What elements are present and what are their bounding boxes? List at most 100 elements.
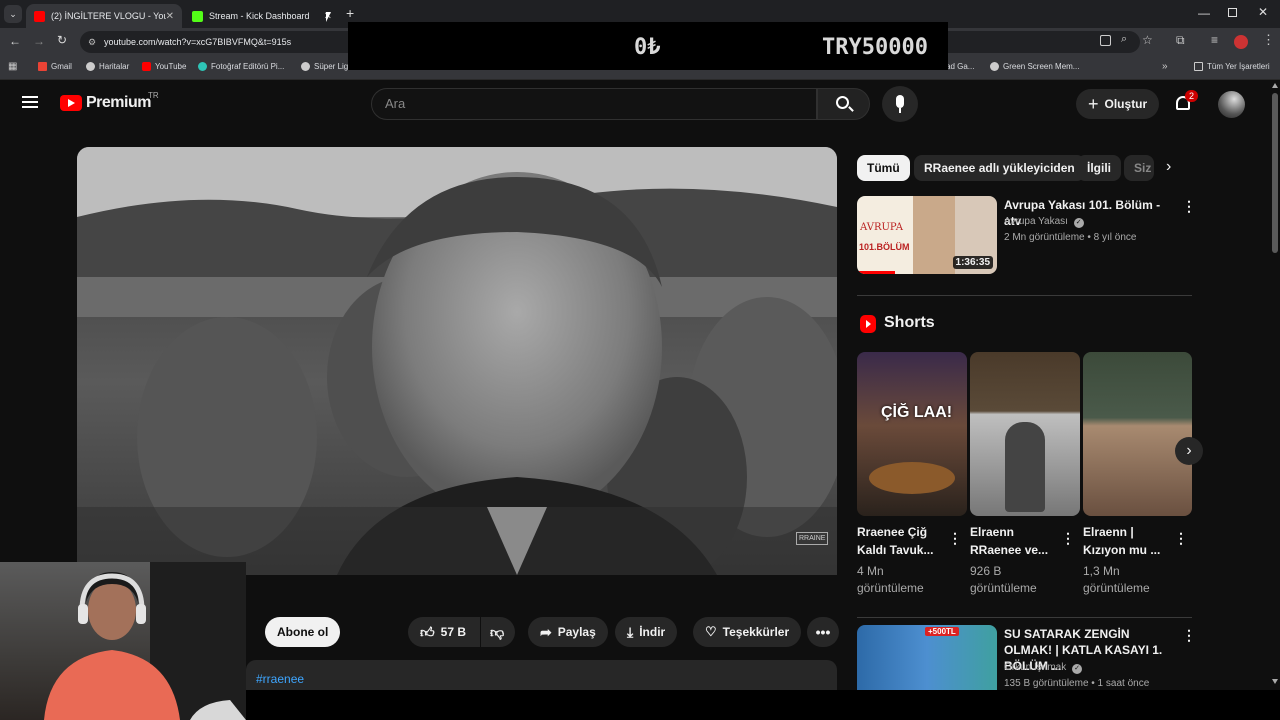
video-menu-icon[interactable]: ⋮ [1182, 627, 1196, 644]
zoom-icon[interactable]: ⌕ [1121, 33, 1127, 46]
search-button[interactable] [817, 88, 870, 120]
bookmark-haritalar[interactable]: Haritalar [86, 62, 129, 71]
goal-current-amount: 0₺ [634, 35, 661, 60]
account-avatar[interactable] [1218, 91, 1245, 118]
tab-kick[interactable]: Stream - Kick Dashboard ✕ [184, 4, 340, 28]
chip-related[interactable]: İlgili [1077, 155, 1121, 181]
bookmark-youtube[interactable]: YouTube [142, 62, 186, 71]
bookmark-ad-ga[interactable]: ad Ga... [946, 62, 974, 71]
short-title[interactable]: Elraenn RRaenee ve... [970, 523, 1048, 559]
webcam-overlay [0, 562, 246, 720]
scroll-up-arrow-icon[interactable] [1272, 83, 1278, 88]
profile-avatar[interactable] [1234, 35, 1248, 49]
region-badge: TR [148, 91, 159, 100]
url-text: youtube.com/watch?v=xcG7BIBVFMQ&t=915s [104, 37, 292, 47]
divider [857, 617, 1192, 618]
chip-all[interactable]: Tümü [857, 155, 910, 181]
channel-name[interactable]: Avrupa Yakası ✓ [1004, 215, 1084, 229]
channel-watermark: RRAINE [796, 532, 829, 545]
short-views: 4 Mn görüntüleme [857, 564, 924, 595]
channel-name[interactable]: Orkun Işıtmak ✓ [1004, 661, 1083, 675]
bookmark-green-screen[interactable]: Green Screen Mem... [990, 62, 1079, 71]
share-arrow-icon: ➦ [540, 623, 552, 640]
new-tab-button[interactable]: + [346, 5, 354, 21]
chip-for-you[interactable]: Siz [1124, 155, 1154, 181]
site-info-icon[interactable]: ⚙ [88, 31, 96, 53]
description-hashtag[interactable]: #rraenee [256, 672, 304, 686]
short-menu-icon[interactable]: ⋮ [1174, 530, 1188, 547]
short-menu-icon[interactable]: ⋮ [1061, 530, 1075, 547]
like-button[interactable]: 👍︎ 57 B [408, 617, 480, 647]
video-thumbnail[interactable]: AVRUPA 101.BÖLÜM 1:36:35 [857, 196, 997, 274]
minimize-window-button[interactable]: — [1198, 6, 1210, 20]
bookmark-photo-editor[interactable]: Fotoğraf Editörü Pi... [198, 62, 284, 71]
reload-button[interactable]: ↻ [57, 33, 67, 47]
video-duration: 1:36:35 [952, 256, 993, 269]
video-thumbnail[interactable]: +500TL [857, 625, 997, 690]
video-player[interactable]: RRAINE [77, 147, 837, 575]
short-title[interactable]: Rraenee Çiğ Kaldı Tavuk... [857, 523, 933, 559]
verified-check-icon: ✓ [1073, 218, 1084, 228]
tab-youtube[interactable]: (2) İNGİLTERE VLOGU - YouTube ✕ [26, 4, 182, 28]
bookmark-gmail[interactable]: Gmail [38, 62, 72, 71]
short-thumbnail[interactable]: ÇİĞ LAA! [857, 352, 967, 516]
short-thumbnail[interactable] [1083, 352, 1192, 516]
more-bookmarks-icon[interactable]: » [1162, 61, 1168, 72]
thumbs-down-icon: 👎︎ [490, 623, 505, 640]
subscribe-button[interactable]: Abone ol [265, 617, 341, 647]
notifications-button[interactable]: 2 [1174, 90, 1199, 115]
youtube-favicon-icon [34, 10, 45, 22]
photo-editor-icon [198, 62, 207, 71]
tab-search-button[interactable]: ⌄ [4, 5, 22, 23]
share-button[interactable]: ➦ Paylaş [528, 617, 608, 647]
youtube-logo[interactable]: Premium [60, 94, 151, 112]
hamburger-menu-icon[interactable] [22, 96, 38, 108]
download-icon: ⤓ [627, 623, 634, 640]
video-frame [77, 147, 837, 575]
video-meta: 2 Mn görüntüleme • 8 yıl önce [1004, 232, 1137, 243]
video-meta: 135 B görüntüleme • 1 saat önce [1004, 678, 1150, 689]
short-menu-icon[interactable]: ⋮ [948, 530, 962, 547]
thumbs-up-icon: 👍︎ [420, 623, 435, 640]
media-controls-icon[interactable]: ≡ [1211, 33, 1218, 47]
donation-goal-overlay: 0₺ TRY50000 [348, 22, 948, 70]
create-button[interactable]: + Oluştur [1076, 89, 1160, 119]
forward-button[interactable]: → [33, 34, 45, 48]
shorts-logo-icon [860, 315, 876, 333]
notification-count-badge: 2 [1185, 90, 1199, 102]
maps-icon [86, 62, 95, 71]
short-title[interactable]: Elraenn | Kızıyon mu ... [1083, 523, 1160, 559]
back-button[interactable]: ← [9, 34, 21, 48]
voice-search-button[interactable] [882, 86, 918, 122]
page-scrollbar[interactable] [1270, 81, 1280, 690]
scrollbar-thumb[interactable] [1272, 93, 1278, 253]
browser-menu-icon[interactable]: ⋮ [1262, 32, 1275, 48]
scroll-down-arrow-icon[interactable] [1272, 679, 1278, 684]
all-bookmarks-folder[interactable]: Tüm Yer İşaretleri [1194, 62, 1270, 71]
bookmark-star-icon[interactable]: ☆ [1142, 33, 1153, 47]
bottom-black-bar [246, 690, 1280, 720]
search-input[interactable]: Ara [371, 88, 817, 120]
maximize-window-button[interactable] [1228, 8, 1237, 17]
extensions-icon[interactable]: ⧉ [1176, 33, 1185, 48]
install-app-icon[interactable] [1100, 35, 1111, 46]
more-actions-button[interactable]: ••• [807, 617, 839, 647]
close-tab-icon[interactable]: ✕ [166, 11, 174, 22]
short-thumbnail[interactable] [970, 352, 1080, 516]
apps-grid-icon[interactable]: ▦ [8, 61, 17, 72]
chips-next-arrow-icon[interactable]: › [1166, 158, 1171, 176]
goal-target-amount: TRY50000 [822, 35, 928, 60]
video-menu-icon[interactable]: ⋮ [1182, 198, 1196, 215]
description-box[interactable]: #rraenee [246, 660, 837, 690]
youtube-icon [142, 62, 151, 71]
close-window-button[interactable]: ✕ [1258, 5, 1268, 19]
download-button[interactable]: ⤓ İndir [615, 617, 678, 647]
bookmark-super-lig[interactable]: Süper Lig [301, 62, 348, 71]
thanks-button[interactable]: ♡ Teşekkürler [693, 617, 802, 647]
verified-check-icon: ✓ [1072, 664, 1083, 674]
chip-from-uploader[interactable]: RRaenee adlı yükleyiciden [914, 155, 1085, 181]
dislike-button[interactable]: 👎︎ [481, 617, 515, 647]
thumbnail-show-title: AVRUPA [860, 222, 903, 233]
more-dots-icon: ••• [815, 624, 831, 640]
shorts-next-button[interactable]: › [1175, 437, 1203, 465]
